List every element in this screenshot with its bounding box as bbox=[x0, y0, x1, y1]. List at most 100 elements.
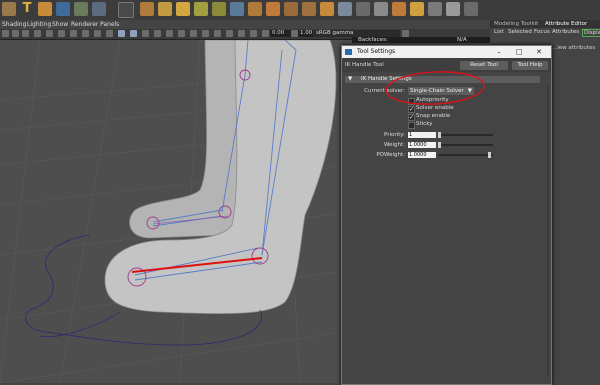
camera-attr-icon[interactable] bbox=[12, 30, 19, 37]
poweight-label: POWeight: bbox=[376, 152, 405, 158]
grid-toggle-icon[interactable] bbox=[46, 30, 53, 37]
menu-renderer[interactable]: Renderer bbox=[71, 21, 98, 28]
weight-field[interactable]: 1.0000 bbox=[408, 142, 436, 148]
sticky-label: Sticky bbox=[416, 121, 433, 127]
bookmark-icon[interactable] bbox=[22, 30, 29, 37]
cluster-icon[interactable] bbox=[266, 2, 280, 16]
solver-enable-checkbox[interactable]: ✓ bbox=[408, 106, 415, 113]
priority-slider-track[interactable] bbox=[438, 134, 493, 136]
color-space-dropdown[interactable]: sRGB gamma bbox=[313, 30, 400, 37]
xray-icon[interactable] bbox=[238, 30, 245, 37]
weight-slider-track[interactable] bbox=[438, 144, 493, 146]
move-icon[interactable] bbox=[140, 2, 154, 16]
shadows-icon[interactable] bbox=[166, 30, 173, 37]
depth-of-field-icon[interactable] bbox=[214, 30, 221, 37]
play-icon[interactable] bbox=[392, 2, 406, 16]
menu-selected[interactable]: Selected bbox=[508, 29, 532, 35]
reset-tool-button[interactable]: Reset Tool bbox=[460, 61, 508, 70]
joint-tool-icon[interactable] bbox=[176, 2, 190, 16]
exposure-icon[interactable] bbox=[262, 30, 269, 37]
autopriority-label: Autopriority bbox=[416, 97, 449, 103]
motion-blur-icon[interactable] bbox=[190, 30, 197, 37]
image-plane-icon[interactable] bbox=[34, 30, 41, 37]
section-title: IK Handle Settings bbox=[361, 76, 412, 82]
camera-select-icon[interactable] bbox=[2, 30, 9, 37]
weight-slider-handle[interactable] bbox=[438, 142, 441, 148]
poweight-slider-track[interactable] bbox=[438, 154, 493, 156]
snap-enable-checkbox[interactable]: ✓ bbox=[408, 114, 415, 121]
paint-icon[interactable] bbox=[2, 2, 16, 16]
menu-list[interactable]: List bbox=[494, 29, 504, 35]
backfaces-hud: Backfaces: N/A bbox=[352, 37, 490, 43]
smooth-shade-icon[interactable] bbox=[130, 30, 137, 37]
view-transform-icon[interactable] bbox=[402, 30, 409, 37]
resolution-gate-icon[interactable] bbox=[70, 30, 77, 37]
menu-display[interactable]: Display bbox=[582, 29, 600, 37]
xray-joints-icon[interactable] bbox=[250, 30, 257, 37]
sphere-icon[interactable] bbox=[56, 2, 70, 16]
menu-shading[interactable]: Shading bbox=[2, 21, 26, 28]
minimize-button[interactable]: – bbox=[489, 46, 509, 58]
poweight-field[interactable]: 1.0000 bbox=[408, 152, 436, 158]
pen-icon[interactable] bbox=[356, 2, 370, 16]
gamma-icon[interactable] bbox=[291, 30, 298, 37]
menu-lighting[interactable]: Lighting bbox=[27, 21, 51, 28]
tool-help-button[interactable]: Tool Help bbox=[512, 61, 548, 70]
close-x-icon[interactable] bbox=[464, 2, 478, 16]
ambient-occlusion-icon[interactable] bbox=[178, 30, 185, 37]
maximize-button[interactable]: □ bbox=[509, 46, 529, 58]
camera-icon[interactable] bbox=[118, 2, 134, 18]
select-icon[interactable] bbox=[92, 2, 106, 16]
priority-slider-handle[interactable] bbox=[438, 132, 441, 138]
tab-attribute-editor[interactable]: Attribute Editor bbox=[545, 21, 587, 27]
gate-mask-icon[interactable] bbox=[82, 30, 89, 37]
priority-label: Priority: bbox=[383, 132, 405, 138]
tool-settings-window: Tool Settings – □ ✕ IK Handle Tool Reset… bbox=[341, 45, 552, 385]
ik-handle-settings-header[interactable]: ▼ IK Handle Settings bbox=[345, 76, 540, 83]
collapse-arrow-icon: ▼ bbox=[348, 76, 353, 82]
create-icon[interactable] bbox=[74, 2, 88, 16]
safe-action-icon[interactable] bbox=[106, 30, 113, 37]
dialog-scrollbar[interactable] bbox=[547, 86, 549, 376]
wrap-icon[interactable] bbox=[320, 2, 334, 16]
snap-enable-label: Snap enable bbox=[416, 113, 451, 119]
weight-label: Weight: bbox=[383, 142, 405, 148]
cube-icon[interactable] bbox=[446, 2, 460, 16]
autopriority-checkbox[interactable] bbox=[408, 98, 415, 105]
exposure-field[interactable]: 0.00 bbox=[270, 30, 292, 37]
menu-show[interactable]: Show bbox=[52, 21, 68, 28]
backfaces-label: Backfaces: bbox=[358, 37, 388, 43]
paint-weights-icon[interactable] bbox=[230, 2, 244, 16]
constraint-icon[interactable] bbox=[338, 2, 352, 16]
menu-attributes[interactable]: Attributes bbox=[552, 29, 579, 35]
text-icon[interactable]: T bbox=[20, 2, 34, 16]
clock-icon[interactable] bbox=[410, 2, 424, 16]
close-button[interactable]: ✕ bbox=[529, 46, 549, 58]
field-chart-icon[interactable] bbox=[94, 30, 101, 37]
menu-panels[interactable]: Panels bbox=[100, 21, 119, 28]
isolate-icon[interactable] bbox=[226, 30, 233, 37]
tab-modeling-toolkit[interactable]: Modeling Toolkit bbox=[494, 21, 538, 27]
main-toolbar: T bbox=[0, 0, 600, 21]
film-gate-icon[interactable] bbox=[58, 30, 65, 37]
blend-shape-icon[interactable] bbox=[302, 2, 316, 16]
priority-field[interactable]: 1 bbox=[408, 132, 436, 138]
ik-handle-icon[interactable] bbox=[194, 2, 208, 16]
menu-focus[interactable]: Focus bbox=[534, 29, 550, 35]
lights-icon[interactable] bbox=[154, 30, 161, 37]
anti-alias-icon[interactable] bbox=[202, 30, 209, 37]
dice-icon[interactable] bbox=[428, 2, 442, 16]
lattice-icon[interactable] bbox=[284, 2, 298, 16]
tool-name: IK Handle Tool bbox=[345, 62, 384, 68]
deformer-icon[interactable] bbox=[248, 2, 262, 16]
sticky-checkbox[interactable] bbox=[408, 122, 415, 129]
svg-icon[interactable] bbox=[38, 2, 52, 16]
window-titlebar[interactable]: Tool Settings – □ ✕ bbox=[342, 46, 551, 58]
grid-icon[interactable] bbox=[374, 2, 388, 16]
wireframe-icon[interactable] bbox=[118, 30, 125, 37]
current-solver-dropdown[interactable]: Single-Chain Solver ▼ bbox=[408, 87, 474, 95]
rotate-icon[interactable] bbox=[158, 2, 172, 16]
skin-bind-icon[interactable] bbox=[212, 2, 226, 16]
textured-icon[interactable] bbox=[142, 30, 149, 37]
poweight-slider-handle[interactable] bbox=[488, 152, 491, 158]
